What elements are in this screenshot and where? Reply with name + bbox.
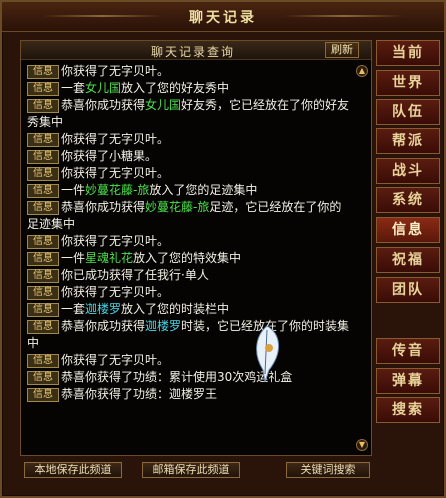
message-text: 一套: [61, 81, 86, 95]
refresh-button[interactable]: 刷新: [325, 42, 359, 58]
item-link[interactable]: 星魂礼花: [85, 251, 133, 265]
message-text: 一套: [61, 302, 86, 316]
chat-line: 信息 你获得了无字贝叶。: [27, 352, 353, 369]
info-tag[interactable]: 信息: [27, 149, 59, 164]
feather-cursor-icon: [256, 325, 279, 383]
message-text: 你获得了无字贝叶。: [61, 353, 170, 367]
message-text: 放入了您的好友秀中: [121, 81, 230, 95]
info-tag[interactable]: 信息: [27, 98, 59, 113]
tab-channel[interactable]: 战斗: [376, 158, 440, 184]
tab-channel[interactable]: 世界: [376, 70, 440, 96]
item-link[interactable]: 迦楼罗: [85, 302, 121, 316]
info-tag[interactable]: 信息: [27, 200, 59, 215]
chat-line: 信息 你获得了无字贝叶。: [27, 63, 353, 80]
message-text: 一件: [61, 183, 86, 197]
info-tag[interactable]: 信息: [27, 302, 59, 317]
chat-history-window: 聊天记录 聊天记录查询 刷新 信息 你获得了无字贝叶。 信息 一套女儿国放入了您的好友…: [0, 0, 446, 498]
tab-channel[interactable]: 搜索: [376, 397, 440, 423]
chat-log: 信息 你获得了无字贝叶。 信息 一套女儿国放入了您的好友秀中 信息 恭喜你成功获得女儿国好…: [27, 63, 353, 453]
scroll-up-icon[interactable]: ▲: [356, 65, 368, 77]
info-tag[interactable]: 信息: [27, 251, 59, 266]
title-ornament-left: [42, 15, 162, 17]
info-tag[interactable]: 信息: [27, 81, 59, 96]
info-tag[interactable]: 信息: [27, 268, 59, 283]
chat-line: 信息 一件妙蔓花藤-旅放入了您的足迹集中: [27, 182, 353, 199]
tab-channel[interactable]: 帮派: [376, 128, 440, 154]
title-bar: 聊天记录: [2, 2, 444, 32]
item-link[interactable]: 女儿国: [145, 98, 181, 112]
message-text: 你获得了无字贝叶。: [61, 166, 170, 180]
item-link[interactable]: 妙蔓花藤-旅: [85, 183, 149, 197]
chat-line: 信息 你获得了无字贝叶。: [27, 131, 353, 148]
tab-channel[interactable]: 弹幕: [376, 368, 440, 394]
info-tag[interactable]: 信息: [27, 183, 59, 198]
message-text: 一件: [61, 251, 86, 265]
chat-line: 信息 你获得了无字贝叶。: [27, 233, 353, 250]
title-ornament-right: [284, 15, 404, 17]
message-text: 你已成功获得了任我行·单人: [61, 268, 209, 282]
message-text: 你获得了无字贝叶。: [61, 234, 170, 248]
chat-line: 信息 你获得了小糖果。: [27, 148, 353, 165]
message-text: 放入了您的足迹集中: [149, 183, 258, 197]
info-tag[interactable]: 信息: [27, 64, 59, 79]
tab-channel[interactable]: 当前: [376, 40, 440, 66]
tab-channel[interactable]: 信息: [376, 217, 440, 243]
tab-channel[interactable]: 系统: [376, 187, 440, 213]
message-text: 放入了您的时装栏中: [121, 302, 230, 316]
chat-line: 信息 你获得了无字贝叶。: [27, 284, 353, 301]
panel-header: 聊天记录查询 刷新: [21, 41, 371, 60]
message-text: 恭喜你成功获得: [61, 200, 146, 214]
message-text: 放入了您的特效集中: [133, 251, 242, 265]
message-text: 你获得了无字贝叶。: [61, 64, 170, 78]
info-tag[interactable]: 信息: [27, 234, 59, 249]
info-tag[interactable]: 信息: [27, 285, 59, 300]
chat-line: 信息 一套迦楼罗放入了您的时装栏中: [27, 301, 353, 318]
chat-line: 信息 一套女儿国放入了您的好友秀中: [27, 80, 353, 97]
chat-line: 信息 恭喜你获得了功绩：累计使用30次鸡运礼盒: [27, 369, 353, 386]
chat-line: 信息 恭喜你成功获得妙蔓花藤-旅足迹，它已经放在了你的足迹集中: [27, 199, 353, 233]
panel-title: 聊天记录查询: [151, 45, 236, 59]
chat-line: 信息 一件星魂礼花放入了您的特效集中: [27, 250, 353, 267]
tab-channel[interactable]: 祝福: [376, 247, 440, 273]
info-tag[interactable]: 信息: [27, 319, 59, 334]
info-tag[interactable]: 信息: [27, 353, 59, 368]
chat-line: 信息 你已成功获得了任我行·单人: [27, 267, 353, 284]
chat-line: 信息 你获得了无字贝叶。: [27, 165, 353, 182]
message-text: 恭喜你获得了功绩：迦楼罗王: [61, 387, 218, 401]
message-text: 你获得了无字贝叶。: [61, 285, 170, 299]
chat-line: 信息 恭喜你成功获得迦楼罗时装，它已经放在了你的时装集中: [27, 318, 353, 352]
chat-line: 信息 恭喜你获得了功绩：迦楼罗王: [27, 386, 353, 403]
chat-log-panel: 聊天记录查询 刷新 信息 你获得了无字贝叶。 信息 一套女儿国放入了您的好友秀中 信息恭…: [20, 40, 372, 456]
info-tag[interactable]: 信息: [27, 370, 59, 385]
chat-line: 信息 恭喜你成功获得女儿国好友秀，它已经放在了你的好友秀集中: [27, 97, 353, 131]
tab-channel[interactable]: 团队: [376, 277, 440, 303]
mail-save-button[interactable]: 邮箱保存此频道: [142, 462, 240, 478]
info-tag[interactable]: 信息: [27, 387, 59, 402]
info-tag[interactable]: 信息: [27, 132, 59, 147]
message-text: 恭喜你成功获得: [61, 98, 146, 112]
message-text: 恭喜你成功获得: [61, 319, 146, 333]
item-link[interactable]: 女儿国: [85, 81, 121, 95]
keyword-search-button[interactable]: 关键词搜索: [286, 462, 370, 478]
scroll-down-icon[interactable]: ▼: [356, 439, 368, 451]
save-local-button[interactable]: 本地保存此频道: [24, 462, 122, 478]
item-link[interactable]: 妙蔓花藤-旅: [145, 200, 209, 214]
info-tag[interactable]: 信息: [27, 166, 59, 181]
message-text: 你获得了无字贝叶。: [61, 132, 170, 146]
window-title: 聊天记录: [189, 10, 257, 26]
tab-channel[interactable]: 队伍: [376, 99, 440, 125]
item-link[interactable]: 迦楼罗: [145, 319, 181, 333]
tab-channel[interactable]: 传音: [376, 338, 440, 364]
message-text: 你获得了小糖果。: [61, 149, 158, 163]
